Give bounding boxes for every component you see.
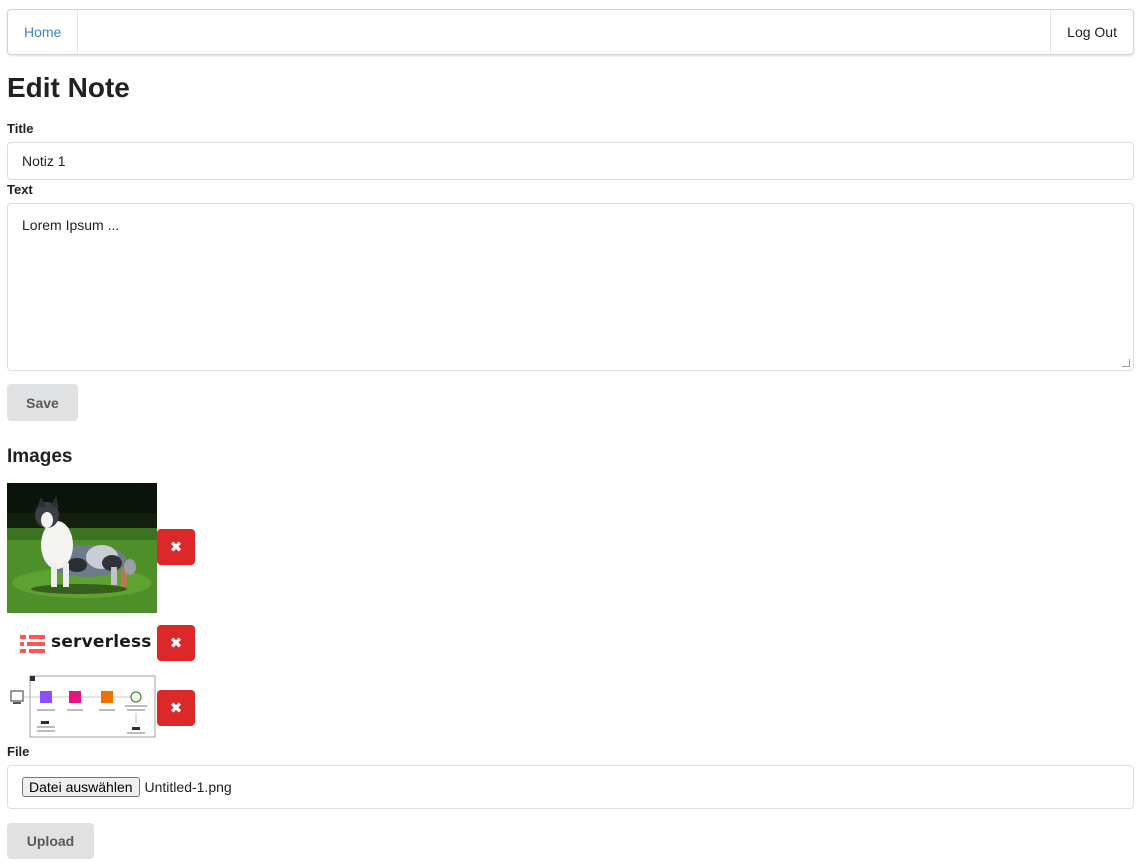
- images-heading: Images: [7, 446, 73, 467]
- delete-image-button[interactable]: ✖: [157, 625, 195, 661]
- file-name: Untitled-1.png: [144, 779, 232, 795]
- title-input[interactable]: Notiz 1: [7, 142, 1134, 180]
- text-label: Text: [7, 182, 33, 197]
- home-link[interactable]: Home: [8, 10, 79, 54]
- delete-image-button[interactable]: ✖: [157, 529, 195, 565]
- serverless-logo-text: serverless: [51, 632, 152, 652]
- image-architecture-diagram: [7, 675, 157, 739]
- text-value: Lorem Ipsum ...: [22, 217, 120, 233]
- resize-grip[interactable]: [1122, 359, 1130, 367]
- save-button[interactable]: Save: [7, 384, 78, 421]
- upload-button[interactable]: Upload: [7, 823, 94, 859]
- delete-image-button[interactable]: ✖: [157, 690, 195, 726]
- text-textarea[interactable]: Lorem Ipsum ...: [7, 203, 1134, 371]
- dog-photo-icon: [7, 483, 157, 613]
- page-title: Edit Note: [7, 72, 130, 103]
- close-icon: ✖: [169, 539, 183, 556]
- image-serverless-logo: serverless: [7, 622, 157, 666]
- file-label: File: [7, 744, 30, 759]
- menu-spacer: [78, 10, 1050, 54]
- top-menu: Home Log Out: [7, 9, 1134, 55]
- title-label: Title: [7, 121, 34, 136]
- file-input[interactable]: Datei auswählen Untitled-1.png: [7, 765, 1134, 809]
- choose-file-button[interactable]: Datei auswählen: [22, 777, 140, 797]
- close-icon: ✖: [169, 700, 183, 717]
- close-icon: ✖: [169, 635, 183, 652]
- image-dog-photo: [7, 483, 157, 613]
- architecture-diagram-icon: [7, 675, 157, 739]
- logout-link[interactable]: Log Out: [1050, 10, 1133, 54]
